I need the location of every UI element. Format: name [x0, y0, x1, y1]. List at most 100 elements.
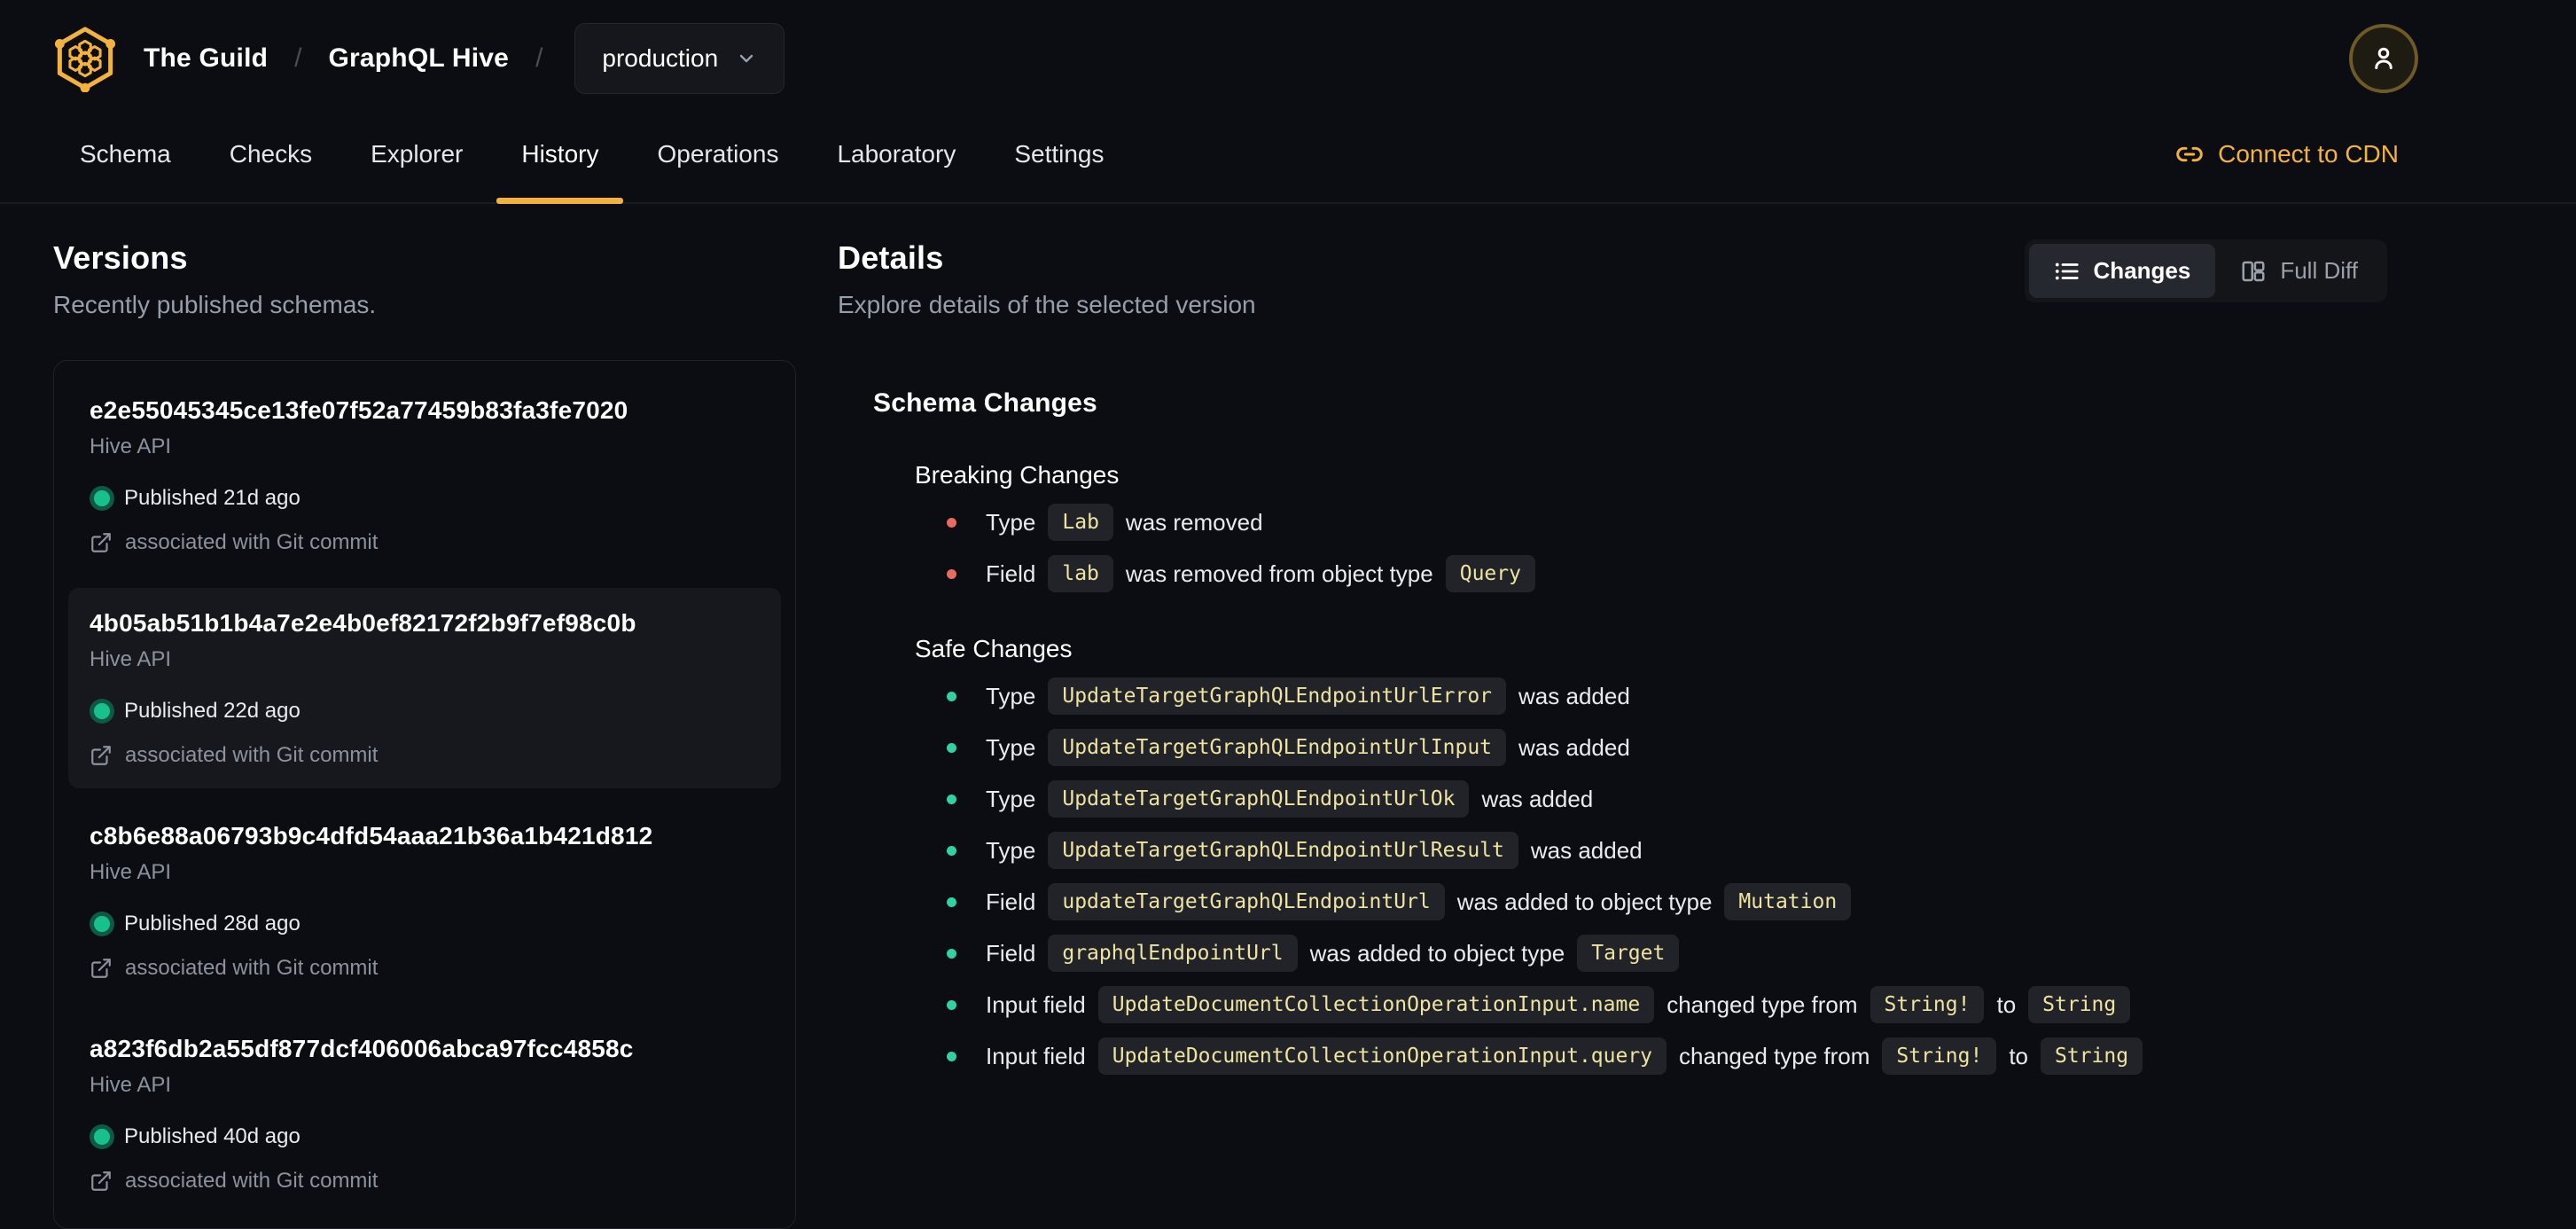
change-row: Input field UpdateDocumentCollectionOpera…: [947, 986, 2387, 1023]
change-text: Field: [986, 560, 1036, 587]
code-badge: String: [2041, 1037, 2143, 1075]
change-text: changed type from: [1679, 1042, 1870, 1069]
version-hash: e2e55045345ce13fe07f52a77459b83fa3fe7020: [90, 396, 628, 424]
bullet-dot: [947, 568, 956, 579]
change-section-title: Safe Changes: [915, 635, 1073, 662]
change-text: was added: [1518, 733, 1630, 761]
details-header: Details Explore details of the selected …: [838, 204, 2387, 319]
user-avatar-button[interactable]: [2349, 24, 2418, 93]
version-status: Published 40d ago: [90, 1123, 760, 1150]
bullet-dot: [947, 691, 956, 701]
code-badge: Query: [1445, 555, 1535, 592]
tab-operations[interactable]: Operations: [657, 106, 778, 202]
list-icon: [2055, 262, 2079, 279]
git-commit-link[interactable]: associated with Git commit: [90, 742, 760, 769]
change-row: Type UpdateTargetGraphQLEndpointUrlResult…: [947, 832, 2387, 869]
project-nav: Schema Checks Explorer History Operations Lab…: [0, 106, 2576, 204]
external-link-icon: [90, 744, 113, 767]
change-text: was added to object type: [1456, 888, 1713, 915]
chevron-down-icon: [739, 54, 753, 63]
columns-icon: [2242, 261, 2265, 281]
change-text: Input field: [986, 1042, 1086, 1069]
full-diff-view-button[interactable]: Full Diff: [2215, 244, 2383, 298]
version-status-text: Published 22d ago: [124, 699, 301, 723]
target-selector-dropdown[interactable]: production: [574, 23, 785, 94]
bullet-dot: [947, 794, 956, 804]
change-row: Field graphqlEndpointUrl was added to obje…: [947, 935, 2387, 972]
bullet-dot: [947, 742, 956, 753]
full-diff-view-label: Full Diff: [2280, 257, 2358, 284]
hive-logo-icon[interactable]: [53, 25, 117, 92]
tab-history[interactable]: History: [496, 106, 624, 204]
change-row: Input field UpdateDocumentCollectionOpera…: [947, 1037, 2387, 1075]
version-item[interactable]: 4b05ab51b1b4a7e2e4b0ef82172f2b9f7ef98c0b…: [68, 588, 781, 788]
changes-view-button[interactable]: Changes: [2028, 244, 2216, 298]
bullet-dot: [947, 845, 956, 856]
version-item[interactable]: e2e55045345ce13fe07f52a77459b83fa3fe7020…: [68, 375, 781, 575]
version-service-name: Hive API: [90, 434, 172, 458]
bullet-dot: [947, 999, 956, 1010]
change-text: was added: [1530, 836, 1643, 864]
change-row: Type UpdateTargetGraphQLEndpointUrlError w…: [947, 677, 2387, 715]
version-status-text: Published 28d ago: [124, 912, 301, 935]
change-row: Type Lab was removed: [947, 504, 2387, 541]
versions-list: e2e55045345ce13fe07f52a77459b83fa3fe7020…: [53, 360, 796, 1229]
schema-changes: Schema Changes Breaking Changes Type Lab wa…: [873, 388, 2387, 1075]
changes-view-label: Changes: [2093, 257, 2191, 284]
version-hash: 4b05ab51b1b4a7e2e4b0ef82172f2b9f7ef98c0b: [90, 609, 636, 637]
git-commit-link[interactable]: associated with Git commit: [90, 955, 760, 982]
version-status-text: Published 21d ago: [124, 486, 301, 510]
change-text: Type: [986, 682, 1036, 709]
change-text: Field: [986, 888, 1036, 915]
published-status-dot: [94, 1129, 110, 1145]
code-badge: UpdateTargetGraphQLEndpointUrlInput: [1048, 729, 1507, 766]
change-text: Type: [986, 733, 1036, 761]
user-icon: [2375, 47, 2393, 69]
published-status-dot: [94, 703, 110, 719]
change-text: changed type from: [1667, 990, 1858, 1018]
tab-laboratory[interactable]: Laboratory: [837, 106, 956, 202]
tab-checks[interactable]: Checks: [230, 106, 312, 202]
change-text: to: [2009, 1042, 2029, 1069]
details-title: Details: [838, 239, 944, 276]
code-badge: lab: [1048, 555, 1113, 592]
git-commit-text: associated with Git commit: [125, 530, 379, 554]
tab-schema[interactable]: Schema: [80, 106, 171, 202]
versions-subtitle: Recently published schemas.: [53, 291, 377, 318]
change-row: Type UpdateTargetGraphQLEndpointUrlInput w…: [947, 729, 2387, 766]
version-service-name: Hive API: [90, 647, 172, 671]
details-subtitle: Explore details of the selected version: [838, 291, 1256, 318]
tab-explorer[interactable]: Explorer: [371, 106, 463, 202]
change-section-title: Breaking Changes: [915, 461, 1120, 489]
external-link-icon: [90, 957, 113, 980]
change-list: Type Lab was removed Field lab was removed fr…: [915, 504, 2387, 592]
connect-to-cdn-label: Connect to CDN: [2218, 140, 2399, 168]
change-text: Type: [986, 836, 1036, 864]
breadcrumb: The Guild / GraphQL Hive / production: [53, 23, 785, 94]
git-commit-link[interactable]: associated with Git commit: [90, 529, 760, 556]
breadcrumb-org[interactable]: The Guild: [144, 43, 268, 74]
version-status: Published 28d ago: [90, 911, 760, 937]
code-badge: UpdateTargetGraphQLEndpointUrlError: [1048, 677, 1507, 715]
change-row: Field lab was removed from object type Quer…: [947, 555, 2387, 592]
view-toggle-group: Changes Full Diff: [2024, 239, 2387, 302]
change-text: was added: [1481, 785, 1594, 812]
tab-settings[interactable]: Settings: [1014, 106, 1104, 202]
version-hash: a823f6db2a55df877dcf406006abca97fcc4858c: [90, 1035, 634, 1062]
target-selector-value: production: [602, 44, 719, 72]
change-text: was added to object type: [1309, 939, 1565, 967]
git-commit-link[interactable]: associated with Git commit: [90, 1168, 760, 1194]
published-status-dot: [94, 916, 110, 932]
version-item[interactable]: a823f6db2a55df877dcf406006abca97fcc4858c…: [68, 1014, 781, 1214]
change-text: was removed from object type: [1125, 560, 1433, 587]
versions-title: Versions: [53, 239, 188, 276]
breadcrumb-project[interactable]: GraphQL Hive: [328, 43, 509, 74]
change-text: was added: [1518, 682, 1630, 709]
version-item[interactable]: c8b6e88a06793b9c4dfd54aaa21b36a1b421d812…: [68, 801, 781, 1001]
git-commit-text: associated with Git commit: [125, 743, 379, 767]
breadcrumb-separator: /: [294, 43, 302, 73]
version-service-name: Hive API: [90, 1073, 172, 1097]
connect-to-cdn-button[interactable]: Connect to CDN: [2175, 140, 2399, 168]
git-commit-text: associated with Git commit: [125, 956, 379, 980]
change-text: Type: [986, 508, 1036, 536]
